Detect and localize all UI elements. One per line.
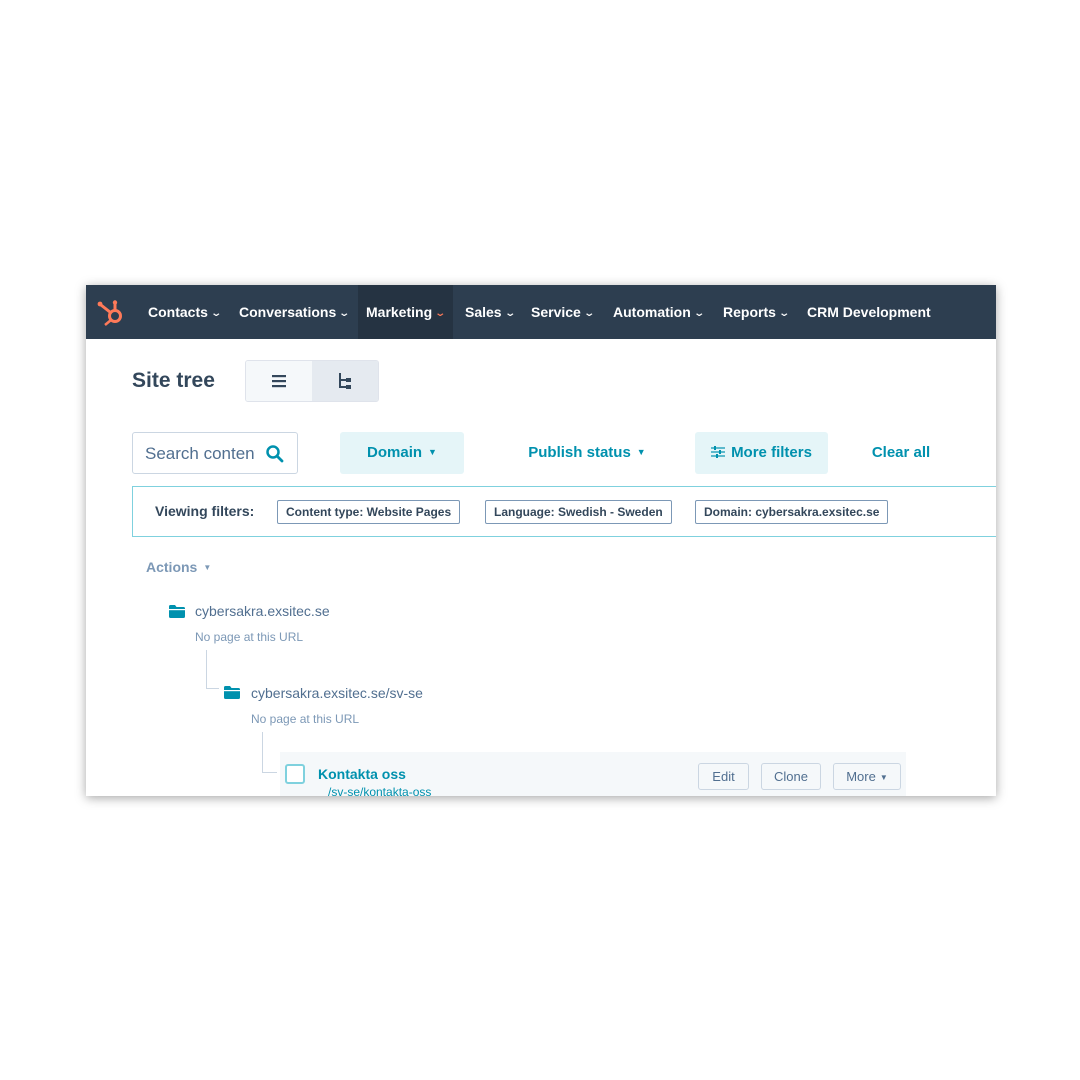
domain-filter-button[interactable]: Domain ▼ bbox=[340, 432, 464, 474]
page-url: /sv-se/kontakta-oss bbox=[328, 785, 432, 796]
caret-down-icon: ▼ bbox=[636, 447, 646, 457]
nav-conversations[interactable]: Conversations ⌄ bbox=[239, 285, 351, 339]
tree-node-root-name[interactable]: cybersakra.exsitec.se bbox=[195, 603, 330, 619]
actions-dropdown[interactable]: Actions ▼ bbox=[146, 559, 211, 575]
page-title: Site tree bbox=[132, 369, 215, 392]
nav-contacts-label: Contacts bbox=[148, 304, 208, 320]
chevron-down-icon: ⌄ bbox=[778, 308, 790, 319]
nav-sales-label: Sales bbox=[465, 304, 502, 320]
folder-icon bbox=[224, 686, 240, 699]
page-name-link[interactable]: Kontakta oss bbox=[318, 766, 406, 782]
hubspot-sprocket-icon[interactable] bbox=[96, 297, 126, 327]
folder-icon bbox=[169, 605, 185, 618]
search-icon[interactable] bbox=[265, 444, 285, 464]
tree-view-icon bbox=[339, 373, 351, 389]
sliders-icon bbox=[711, 446, 726, 458]
clone-button[interactable]: Clone bbox=[761, 763, 821, 790]
tree-node-child-name[interactable]: cybersakra.exsitec.se/sv-se bbox=[251, 685, 423, 701]
page-row: Kontakta oss /sv-se/kontakta-oss Edit Cl… bbox=[280, 752, 906, 796]
nav-marketing-label: Marketing bbox=[366, 304, 433, 320]
nav-reports[interactable]: Reports ⌄ bbox=[723, 285, 790, 339]
chevron-down-icon: ⌄ bbox=[693, 308, 705, 319]
search-input[interactable] bbox=[143, 441, 257, 467]
app-window: Contacts ⌄ Conversations ⌄ Marketing ⌄ Sale… bbox=[86, 285, 996, 796]
nav-crm-development[interactable]: CRM Development bbox=[807, 285, 931, 339]
nav-automation-label: Automation bbox=[613, 304, 691, 320]
clear-all-link[interactable]: Clear all bbox=[856, 432, 946, 474]
viewing-filters-label: Viewing filters: bbox=[155, 503, 255, 519]
nav-contacts[interactable]: Contacts ⌄ bbox=[148, 285, 222, 339]
caret-down-icon: ▼ bbox=[879, 773, 888, 782]
page-checkbox[interactable] bbox=[285, 764, 305, 784]
filter-chip-content-type[interactable]: Content type: Website Pages bbox=[277, 500, 461, 524]
list-view-icon bbox=[272, 375, 286, 388]
publish-status-filter-button[interactable]: Publish status ▼ bbox=[502, 432, 672, 474]
nav-crm-development-label: CRM Development bbox=[807, 304, 931, 320]
tree-connector bbox=[262, 732, 277, 773]
nav-reports-label: Reports bbox=[723, 304, 776, 320]
top-nav: Contacts ⌄ Conversations ⌄ Marketing ⌄ Sale… bbox=[86, 285, 996, 339]
actions-label: Actions bbox=[146, 559, 198, 575]
filter-chip-language[interactable]: Language: Swedish - Sweden bbox=[485, 500, 672, 524]
caret-down-icon: ▼ bbox=[203, 563, 212, 572]
nav-sales[interactable]: Sales ⌄ bbox=[465, 285, 516, 339]
nav-service-label: Service bbox=[531, 304, 581, 320]
nav-automation[interactable]: Automation ⌄ bbox=[613, 285, 705, 339]
nav-conversations-label: Conversations bbox=[239, 304, 337, 320]
tree-view-button[interactable] bbox=[312, 361, 378, 401]
chevron-down-icon: ⌄ bbox=[503, 308, 516, 319]
caret-down-icon: ▼ bbox=[428, 447, 437, 457]
tree-connector bbox=[206, 650, 219, 689]
more-filters-button[interactable]: More filters bbox=[695, 432, 828, 474]
search-box bbox=[132, 432, 298, 474]
domain-filter-label: Domain bbox=[367, 444, 423, 461]
tree-node-root-subtext: No page at this URL bbox=[195, 630, 304, 644]
filter-chip-domain[interactable]: Domain: cybersakra.exsitec.se bbox=[695, 500, 889, 524]
more-button-label: More bbox=[846, 769, 876, 784]
tree-node-child-subtext: No page at this URL bbox=[251, 712, 360, 726]
viewing-filters-bar: Viewing filters: Content type: Website P… bbox=[132, 486, 996, 537]
edit-button[interactable]: Edit bbox=[698, 763, 749, 790]
chevron-down-icon: ⌄ bbox=[210, 308, 222, 319]
chevron-down-icon: ⌄ bbox=[338, 308, 351, 319]
view-toggle bbox=[245, 360, 379, 402]
chevron-down-icon: ⌄ bbox=[434, 308, 447, 319]
nav-marketing[interactable]: Marketing ⌄ bbox=[358, 285, 453, 339]
chevron-down-icon: ⌄ bbox=[583, 308, 595, 319]
list-view-button[interactable] bbox=[246, 361, 312, 401]
more-filters-label: More filters bbox=[731, 444, 812, 461]
more-button[interactable]: More ▼ bbox=[833, 763, 901, 790]
nav-service[interactable]: Service ⌄ bbox=[531, 285, 595, 339]
publish-status-label: Publish status bbox=[528, 444, 631, 461]
